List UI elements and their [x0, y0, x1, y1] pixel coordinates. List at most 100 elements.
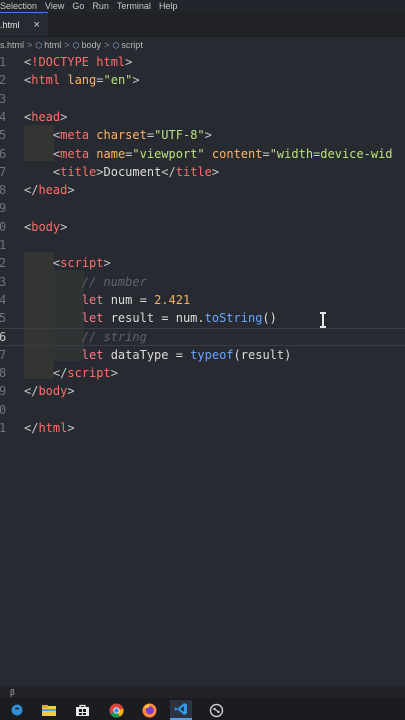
code-line[interactable]: 2 <script> [0, 254, 405, 272]
line-number: 2 [0, 73, 7, 88]
code-text: let result = num.toString() [24, 309, 277, 327]
line-number: 9 [0, 201, 7, 216]
code-token: > [60, 219, 68, 234]
code-token: body [38, 384, 68, 399]
code-token: let [81, 292, 111, 307]
code-token: > [103, 256, 111, 271]
element-icon: ⬡ [112, 40, 120, 50]
menu-go[interactable]: Go [72, 1, 84, 11]
code-line[interactable]: 6 // string [0, 328, 405, 346]
line-number: 5 [0, 311, 7, 326]
line-number: 9 [0, 384, 7, 399]
code-token: "width=device-wid [269, 146, 393, 161]
code-text: <head> [24, 108, 67, 126]
code-line[interactable]: 4 let num = 2.421 [0, 291, 405, 309]
code-line[interactable]: 5 let result = num.toString() [0, 309, 405, 327]
code-token: name [96, 146, 126, 161]
element-icon: ⬡ [35, 40, 43, 50]
code-token: script [67, 366, 111, 381]
code-token: > [60, 109, 68, 124]
edge-icon[interactable] [6, 700, 28, 720]
code-token: "en" [103, 73, 133, 88]
code-token: html [31, 73, 68, 88]
menu-view[interactable]: View [45, 1, 64, 11]
breadcrumb-separator: > [64, 40, 70, 50]
code-token: (result) [233, 347, 292, 362]
code-token: typeof [190, 347, 234, 362]
code-text: <meta charset="UTF-8"> [24, 126, 212, 144]
element-icon: ⬡ [72, 40, 80, 50]
editor-tab-label: .html [0, 19, 20, 30]
code-token: "UTF-8" [154, 128, 205, 143]
code-token: > [67, 183, 75, 198]
editor-tab[interactable]: .html × [0, 12, 48, 36]
menu-help[interactable]: Help [159, 1, 178, 11]
code-line[interactable]: 7 <title>Document</title> [0, 163, 405, 181]
code-line[interactable]: 0 [0, 401, 405, 419]
code-line[interactable]: 5 <meta charset="UTF-8"> [0, 126, 405, 144]
code-token: = [96, 73, 104, 88]
line-number: 1 [0, 55, 7, 69]
code-token: // number [81, 274, 147, 289]
code-line[interactable]: 3 // number [0, 273, 405, 291]
code-token: body [31, 219, 61, 234]
menu-selection[interactable]: Selection [0, 1, 37, 11]
vscode-icon[interactable] [170, 700, 192, 720]
code-line[interactable]: 2 <html lang="en"> [0, 71, 405, 89]
code-token: > [67, 421, 75, 435]
store-icon[interactable] [71, 700, 93, 720]
chrome-icon[interactable] [105, 700, 127, 720]
code-text: <meta name="viewport" content="width=dev… [24, 145, 393, 163]
breadcrumb-item-script[interactable]: script [121, 40, 143, 50]
code-token: head [38, 183, 68, 198]
code-line[interactable]: 6 <meta name="viewport" content="width=d… [0, 145, 405, 163]
code-line[interactable]: 4 <head> [0, 108, 405, 126]
breadcrumb-file[interactable]: s.html [0, 40, 24, 50]
line-number: 1 [0, 421, 7, 435]
code-line[interactable]: 9 </body> [0, 382, 405, 400]
remote-icon[interactable]: ꞵ [10, 687, 15, 698]
code-token: let [81, 311, 111, 326]
code-token: 2.421 [154, 292, 191, 307]
code-text: <title>Document</title> [24, 163, 219, 181]
code-text: let dataType = typeof(result) [24, 346, 292, 364]
breadcrumb-item-html[interactable]: html [44, 40, 61, 50]
line-number: 8 [0, 366, 7, 381]
code-token: toString [204, 311, 263, 326]
code-text: <html lang="en"> [24, 71, 140, 89]
status-bar: ꞵ [0, 686, 405, 698]
menu-terminal[interactable]: Terminal [117, 1, 151, 11]
code-token: meta [60, 146, 97, 161]
code-token: > [96, 164, 104, 179]
code-line[interactable]: 3 [0, 90, 405, 108]
breadcrumb-item-body[interactable]: body [82, 40, 102, 50]
line-number: 6 [0, 146, 7, 161]
code-line[interactable]: 7 let dataType = typeof(result) [0, 346, 405, 364]
code-line[interactable]: 1 </html> [0, 419, 405, 437]
code-token: > [204, 128, 212, 143]
code-token: let [81, 347, 111, 362]
code-line[interactable]: 9 [0, 199, 405, 217]
line-number: 5 [0, 128, 7, 143]
line-number: 0 [0, 219, 7, 234]
menu-run[interactable]: Run [92, 1, 109, 11]
code-token: </ [24, 384, 39, 399]
file-explorer-icon[interactable] [38, 700, 60, 720]
code-text: // number [24, 273, 147, 291]
line-number: 4 [0, 109, 7, 124]
code-text: </script> [24, 364, 118, 382]
code-line[interactable]: 1 <!DOCTYPE html> [0, 53, 405, 71]
code-token: lang [67, 73, 97, 88]
code-line[interactable]: 0 <body> [0, 218, 405, 236]
code-line[interactable]: 8 </script> [0, 364, 405, 382]
code-text: </body> [24, 382, 75, 400]
github-desktop-icon[interactable] [205, 700, 227, 720]
code-editor[interactable]: 1 <!DOCTYPE html> 2 <html lang="en"> 3 4 <head… [0, 53, 405, 686]
code-line[interactable]: 1 [0, 236, 405, 254]
firefox-icon[interactable] [138, 700, 160, 720]
code-line[interactable]: 8 </head> [0, 181, 405, 199]
line-number: 7 [0, 347, 7, 362]
close-icon[interactable]: × [34, 19, 40, 31]
